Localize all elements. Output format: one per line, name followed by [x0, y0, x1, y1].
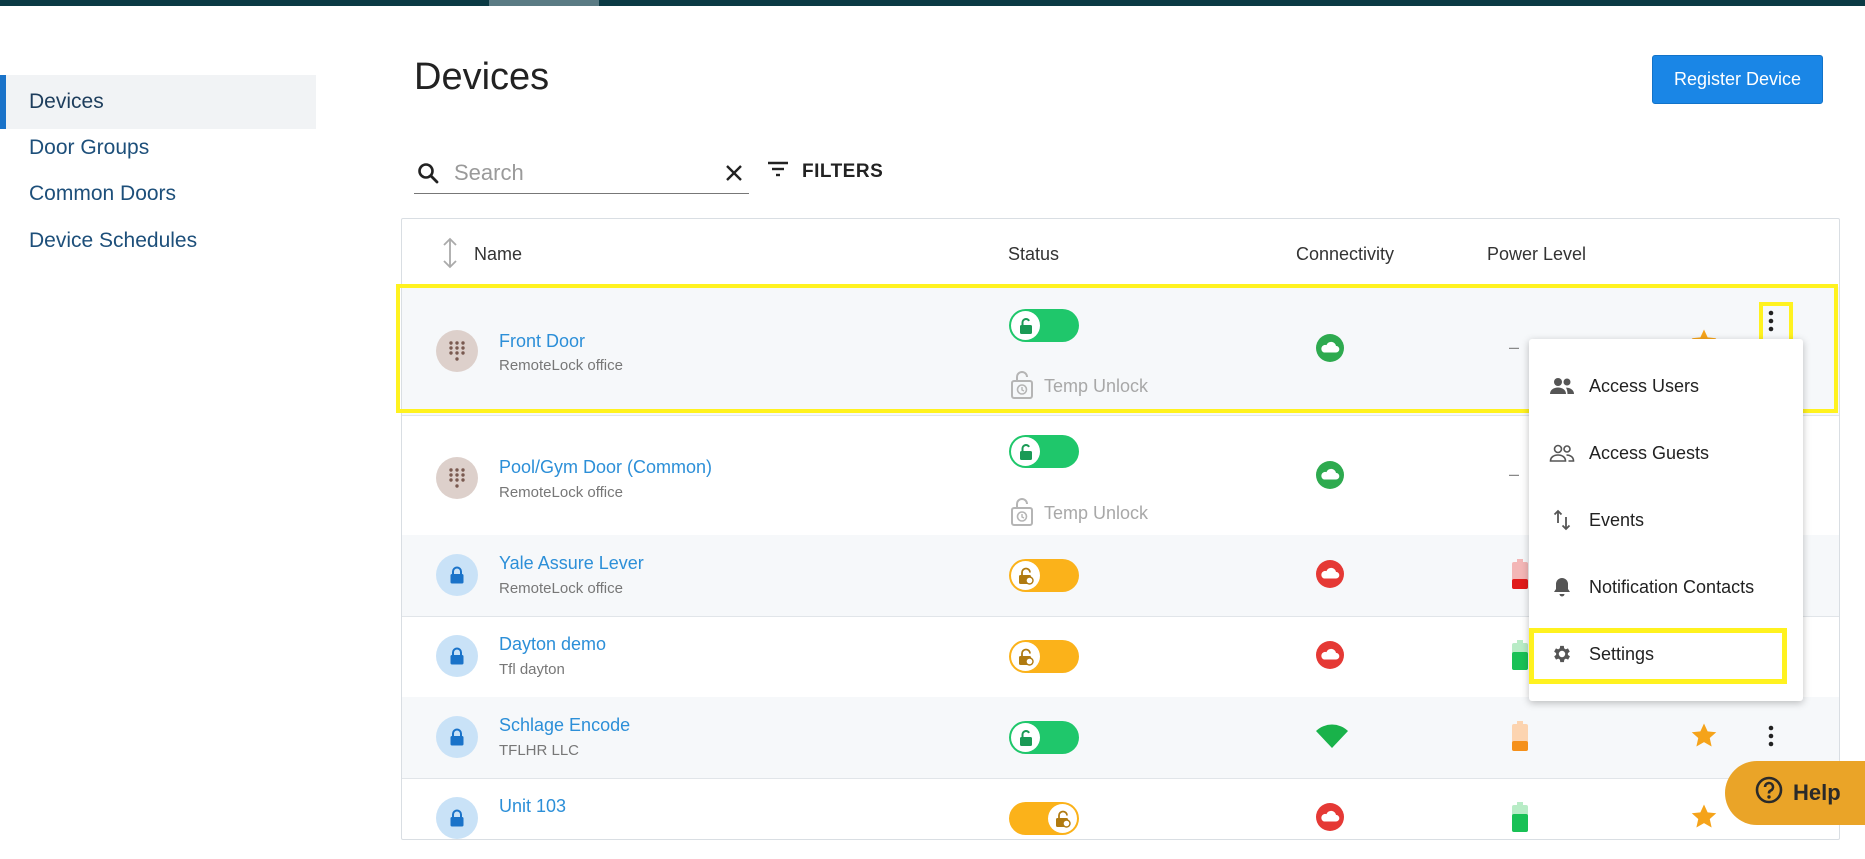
- lock-icon: [436, 635, 478, 677]
- menu-item-label: Access Users: [1589, 375, 1700, 396]
- menu-item-notification-contacts[interactable]: Notification Contacts: [1529, 559, 1803, 615]
- temp-unlock-label: Temp Unlock: [1044, 376, 1149, 396]
- menu-item-label: Events: [1589, 509, 1645, 530]
- device-options-menu: Access Users Access Guests Events Notifi…: [1529, 339, 1803, 701]
- lock-status-toggle[interactable]: [1009, 435, 1079, 468]
- temp-unlock-icon: [1010, 369, 1034, 404]
- temp-unlock-label: Temp Unlock: [1044, 503, 1149, 523]
- help-icon: [1755, 776, 1783, 810]
- table-row[interactable]: Schlage Encode TFLHR LLC: [402, 697, 1839, 779]
- battery-medium-icon: [1512, 640, 1528, 675]
- gear-icon: [1549, 643, 1575, 665]
- menu-item-label: Access Guests: [1589, 442, 1710, 463]
- search-icon: [416, 161, 440, 190]
- lock-status-toggle[interactable]: [1009, 640, 1079, 673]
- temp-unlock-icon: [1010, 496, 1034, 531]
- device-name-link[interactable]: Unit 103: [499, 796, 566, 817]
- lock-icon: [436, 797, 478, 839]
- lock-icon: [436, 554, 478, 596]
- cloud-offline-icon: [1315, 802, 1345, 837]
- keypad-icon: [436, 330, 478, 372]
- more-options-icon[interactable]: [1759, 722, 1783, 750]
- register-device-button[interactable]: Register Device: [1652, 55, 1823, 104]
- top-progress-bar: [0, 0, 1865, 6]
- device-name-link[interactable]: Front Door: [499, 331, 585, 352]
- favorite-star-icon[interactable]: [1689, 721, 1719, 756]
- lock-status-toggle[interactable]: [1009, 559, 1079, 592]
- device-name-link[interactable]: Pool/Gym Door (Common): [499, 457, 712, 478]
- sort-icon[interactable]: [440, 237, 460, 274]
- people-outline-icon: [1549, 444, 1575, 462]
- temp-unlock-button[interactable]: Temp Unlock: [1010, 369, 1148, 404]
- column-header-connectivity: Connectivity: [1296, 244, 1395, 264]
- filters-label: FILTERS: [802, 161, 884, 182]
- lock-status-toggle[interactable]: [1009, 309, 1079, 342]
- device-location: Tfl dayton: [499, 661, 565, 678]
- favorite-star-icon[interactable]: [1689, 802, 1719, 837]
- menu-item-label: Settings: [1589, 643, 1655, 664]
- device-location: RemoteLock office: [499, 357, 623, 374]
- menu-item-access-guests[interactable]: Access Guests: [1529, 425, 1803, 481]
- kebab-highlight-annotation: [1759, 302, 1793, 343]
- device-name-link[interactable]: Schlage Encode: [499, 715, 630, 736]
- cloud-online-icon: [1315, 333, 1345, 368]
- menu-item-events[interactable]: Events: [1529, 492, 1803, 548]
- device-location: TFLHR LLC: [499, 742, 580, 759]
- search-input[interactable]: [452, 157, 716, 189]
- lock-icon: [436, 716, 478, 758]
- battery-medium-icon: [1512, 802, 1528, 837]
- device-location: RemoteLock office: [499, 484, 623, 501]
- clear-search-icon[interactable]: [723, 162, 745, 189]
- people-icon: [1549, 377, 1575, 395]
- sidebar-item-device-schedules[interactable]: Device Schedules: [0, 214, 316, 268]
- sidebar-item-common-doors[interactable]: Common Doors: [0, 167, 316, 221]
- wifi-icon: [1315, 723, 1349, 754]
- keypad-icon: [436, 457, 478, 499]
- bell-icon: [1549, 576, 1575, 598]
- filters-button[interactable]: FILTERS: [766, 158, 883, 186]
- column-header-name[interactable]: Name: [474, 244, 522, 265]
- cloud-offline-icon: [1315, 640, 1345, 675]
- menu-item-access-users[interactable]: Access Users: [1529, 358, 1803, 414]
- device-location: RemoteLock office: [499, 580, 623, 597]
- column-header-power-level: Power Level: [1487, 244, 1587, 264]
- device-name-link[interactable]: Yale Assure Lever: [499, 553, 644, 574]
- help-button[interactable]: Help: [1725, 761, 1865, 825]
- cloud-offline-icon: [1315, 559, 1345, 594]
- temp-unlock-button[interactable]: Temp Unlock: [1010, 496, 1148, 531]
- power-level-value: –: [1509, 464, 1520, 484]
- power-level-value: –: [1509, 337, 1520, 357]
- battery-low-icon: [1512, 559, 1528, 594]
- lock-status-toggle[interactable]: [1009, 721, 1079, 754]
- search-bar: [414, 153, 749, 194]
- swap-vertical-icon: [1549, 509, 1575, 531]
- column-header-status: Status: [1008, 244, 1060, 264]
- menu-item-label: Notification Contacts: [1589, 576, 1755, 597]
- filter-icon: [766, 159, 790, 185]
- help-label: Help: [1793, 780, 1841, 805]
- battery-low-icon: [1512, 721, 1528, 756]
- page-title: Devices: [414, 56, 550, 98]
- lock-status-toggle[interactable]: [1009, 802, 1079, 835]
- table-row[interactable]: Unit 103: [402, 778, 1839, 859]
- device-name-link[interactable]: Dayton demo: [499, 634, 606, 655]
- menu-item-settings[interactable]: Settings: [1529, 626, 1803, 682]
- cloud-online-icon: [1315, 460, 1345, 495]
